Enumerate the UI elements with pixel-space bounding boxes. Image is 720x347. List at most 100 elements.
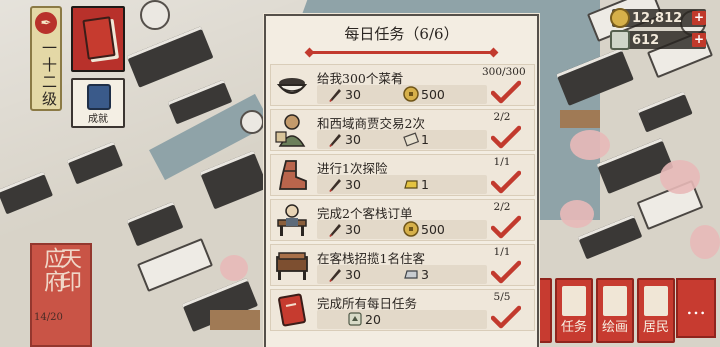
coin-icon [403,221,419,237]
residents-label: 居民 [642,320,669,335]
panel-title: 每日任务（6/6） [344,25,459,43]
reward-item: 30 [327,176,361,192]
task-book-icon [82,16,116,60]
more-button[interactable]: … [676,278,716,338]
title-divider [310,51,493,54]
reward-amount: 3 [421,266,429,282]
ticket-counter: 612 + [610,30,706,50]
reward-bar: 30 1 [317,130,487,149]
residents-button[interactable]: 居民 [637,278,675,343]
building-roof [136,237,214,293]
task-row[interactable]: 在客栈招揽1名住客 30 3 1/1 [270,244,535,286]
building-wall [560,110,600,128]
brush-seal-icon: ✒ [33,10,59,36]
check-icon [491,260,521,284]
reward-bar: 30 3 [317,265,487,284]
reward-bar: 30 500 [317,85,487,104]
achievement-label: 成就 [88,114,108,125]
task-row[interactable]: 进行1次探险 30 1 1/1 [270,154,535,196]
task-progress: 1/1 [493,156,511,168]
brush-icon [329,89,341,102]
reward-amount: 30 [345,86,361,102]
daily-task-book-button[interactable] [71,6,125,72]
reward-item: 30 [327,131,361,147]
seal-line-2: 应府 [40,247,65,293]
seal-date: 14/20 [34,312,63,323]
resident-icon [644,286,668,316]
ticket-icon [348,312,362,326]
coin-counter: 12,812 + [610,8,706,28]
check-icon [491,125,521,149]
reward-amount: 500 [421,86,445,102]
building-roof [126,201,184,247]
achievement-icon [87,84,111,110]
tasks-icon [562,286,586,316]
reward-amount: 30 [345,131,361,147]
blossom-tree [220,255,248,281]
coin-icon [403,86,419,102]
snow-tree [140,0,170,30]
task-row[interactable]: 和西域商贾交易2次 30 1 2/2 [270,109,535,151]
task-book-icon [277,293,307,327]
scroll-icon [403,132,419,147]
building-roof [199,150,269,210]
blossom-tree [560,200,594,228]
reward-item: 1 [403,131,429,147]
brush-icon [329,134,341,147]
task-progress: 300/300 [482,66,526,78]
reward-amount: 20 [365,311,381,327]
check-icon [491,80,521,104]
add-coins-button[interactable]: + [692,11,706,25]
boot-icon [279,160,307,190]
check-icon [491,305,521,329]
add-tickets-button[interactable]: + [692,33,706,47]
reward-amount: 30 [345,176,361,192]
blossom-tree [660,160,700,194]
building-roof [66,141,124,185]
building-roof [126,26,214,88]
coin-icon [610,8,630,28]
reward-item: 1 [403,176,429,192]
player-level-badge[interactable]: ✒ 一十二级 [30,6,62,111]
ticket-amount: 612 [632,32,660,48]
painting-button[interactable]: 绘画 [596,278,634,343]
reward-item: 3 [403,266,429,282]
brush-icon [329,269,341,282]
reward-item: 20 [347,311,381,327]
reward-item: 30 [327,86,361,102]
silver-bar-icon [404,270,418,279]
snow-tree [240,110,264,134]
reward-amount: 500 [421,221,445,237]
reward-item: 30 [327,266,361,282]
reward-bar: 30 500 [317,220,487,239]
city-seal[interactable]: 天印 应府 14/20 [30,243,92,347]
reward-item: 500 [403,221,445,237]
task-row[interactable]: 完成所有每日任务 20 5/5 [270,289,535,331]
gold-bar-icon [404,180,418,189]
task-row[interactable]: 给我300个菜肴 30 500 300/300 [270,64,535,106]
reward-item: 30 [327,221,361,237]
building-roof [637,91,693,133]
check-icon [491,215,521,239]
painting-icon [603,286,627,316]
reward-item: 500 [403,86,445,102]
building-roof [0,171,54,215]
bed-icon [276,252,308,281]
task-progress: 5/5 [493,291,511,303]
coin-amount: 12,812 [632,10,683,26]
reward-amount: 30 [345,266,361,282]
achievement-button[interactable]: 成就 [71,78,125,128]
reward-amount: 1 [421,176,429,192]
reward-amount: 1 [421,131,429,147]
task-row[interactable]: 完成2个客栈订单 30 500 2/2 [270,199,535,241]
daily-tasks-panel: 每日任务（6/6） 给我300个菜肴 30 500 300/300 和西域商贾交易2次 3… [264,14,539,347]
reward-bar: 20 [317,310,487,329]
brush-icon [329,224,341,237]
task-progress: 1/1 [493,246,511,258]
building-wall [210,310,260,330]
tasks-button[interactable]: 任务 [555,278,593,343]
innkeeper-icon [277,204,307,237]
reward-amount: 30 [345,221,361,237]
blossom-tree [690,225,720,259]
brush-icon [329,179,341,192]
